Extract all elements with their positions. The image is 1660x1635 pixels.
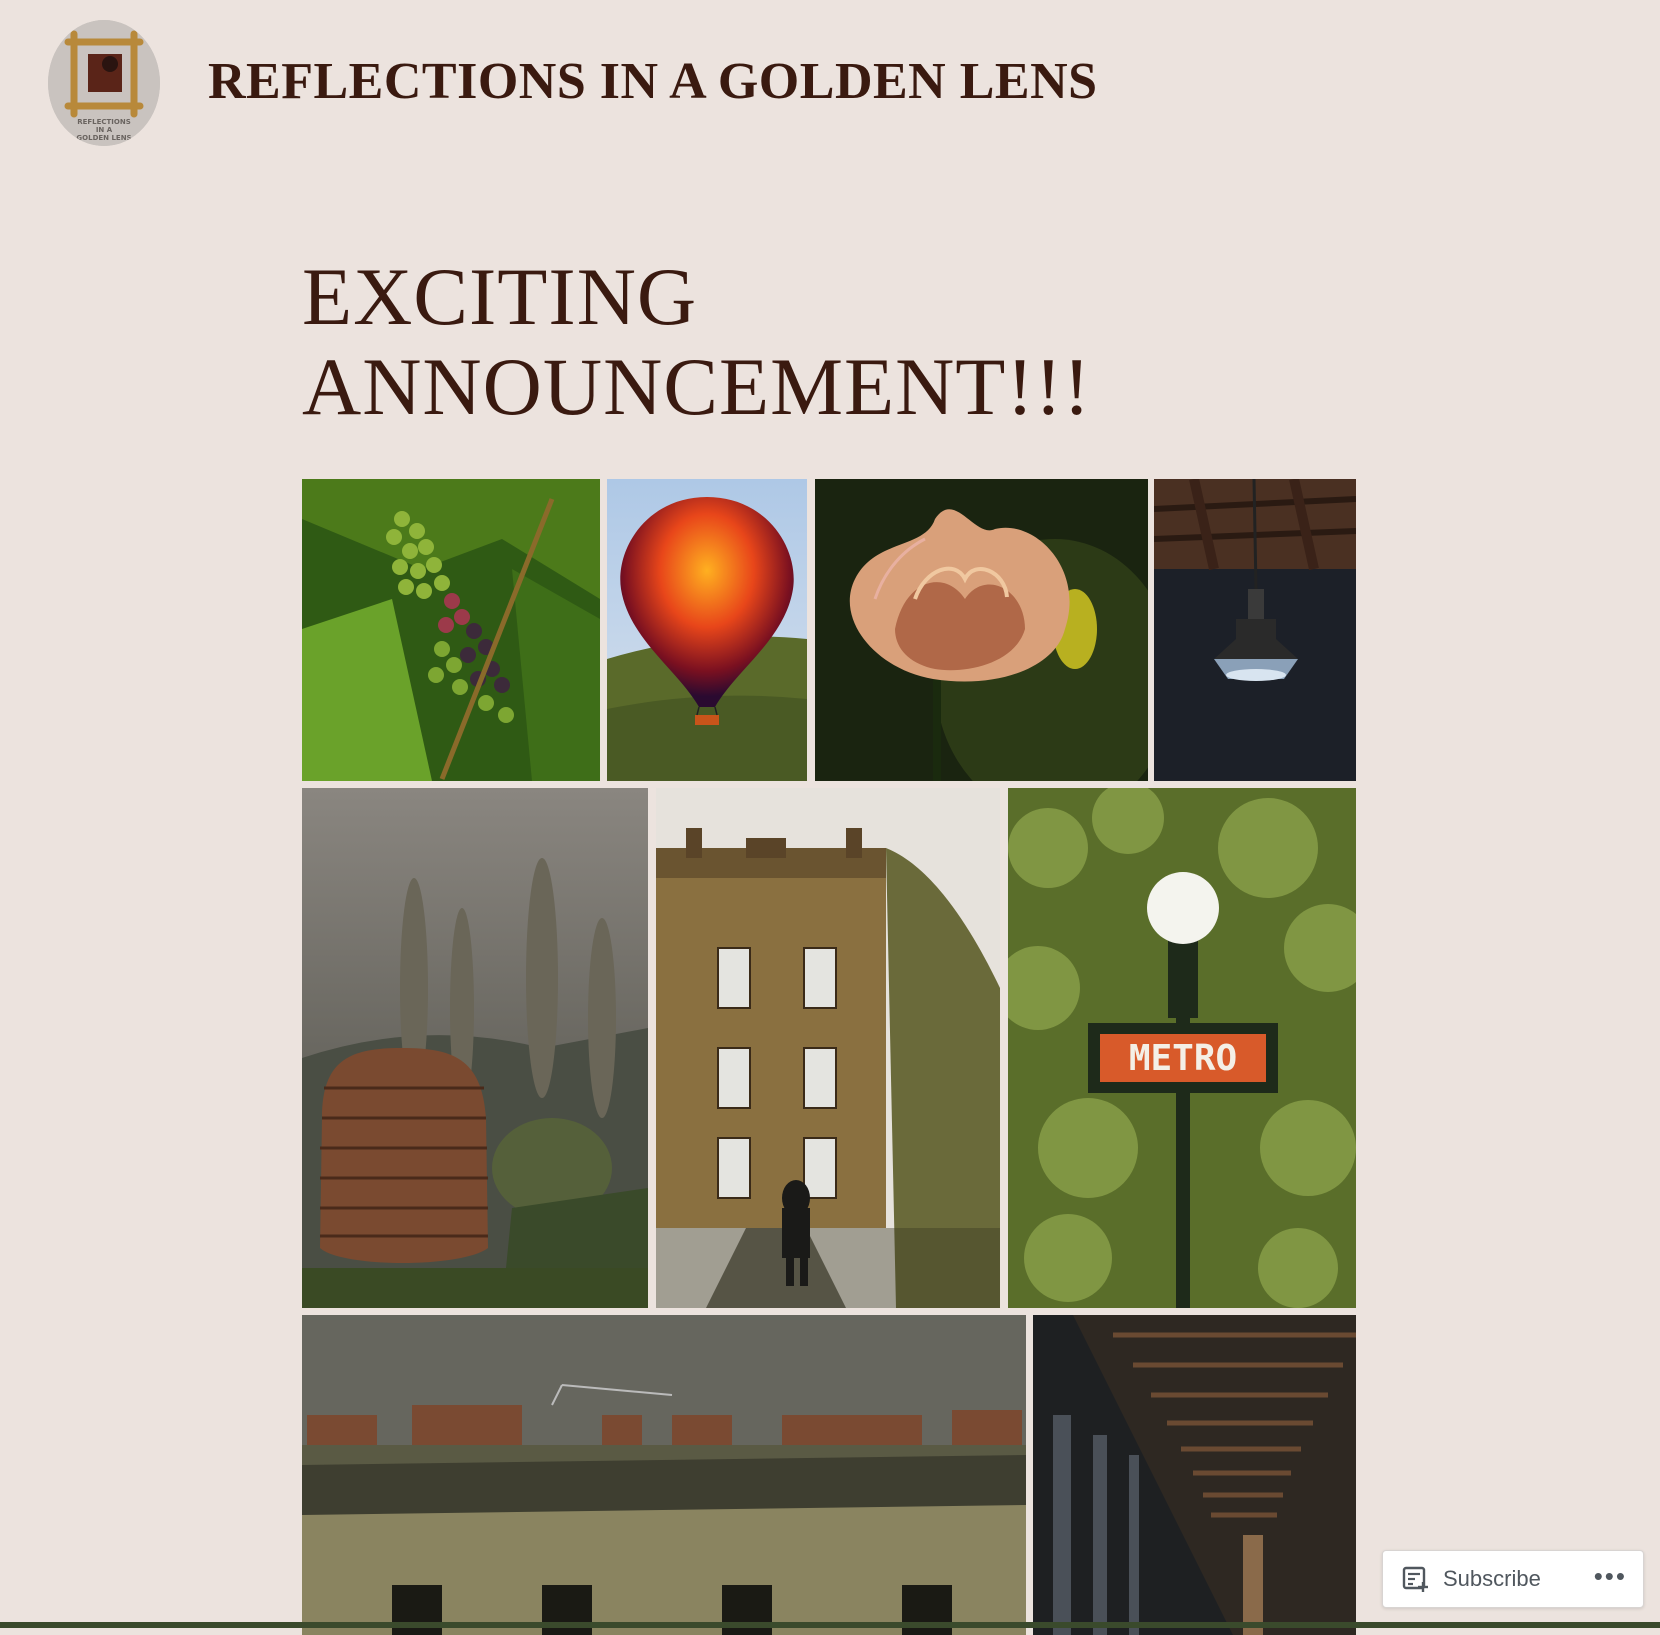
more-options-button[interactable]: ••• [1594, 1561, 1627, 1591]
gallery-image-arcade[interactable] [1033, 1315, 1356, 1635]
post-title: EXCITING ANNOUNCEMENT!!! [302, 251, 1092, 432]
rooftops-image [302, 1315, 1026, 1635]
svg-text:IN A: IN A [96, 126, 113, 134]
gallery-image-metro[interactable]: METRO [1008, 788, 1356, 1308]
subscribe-bar: Subscribe ••• [1382, 1550, 1644, 1608]
site-logo[interactable]: REFLECTIONS IN A GOLDEN LENS [48, 20, 160, 146]
reader-subscribe-icon [1402, 1566, 1428, 1592]
svg-text:REFLECTIONS: REFLECTIONS [77, 118, 131, 126]
lamp-image [1154, 479, 1356, 781]
gallery-image-house[interactable] [656, 788, 1000, 1308]
svg-text:GOLDEN LENS: GOLDEN LENS [76, 134, 131, 142]
gallery-image-lamp[interactable] [1154, 479, 1356, 781]
balloon-image [607, 479, 807, 781]
gallery-image-balloon[interactable] [607, 479, 807, 781]
house-image [656, 788, 1000, 1308]
metro-sign-text: METRO [1129, 1038, 1237, 1079]
gallery-image-tulip[interactable] [815, 479, 1148, 781]
gallery-image-rooftops[interactable] [302, 1315, 1026, 1635]
metro-image: METRO [1008, 788, 1356, 1308]
site-title[interactable]: REFLECTIONS IN A GOLDEN LENS [208, 52, 1098, 111]
page-bottom-edge [0, 1622, 1660, 1628]
subscribe-button[interactable]: Subscribe [1401, 1563, 1541, 1595]
subscribe-label: Subscribe [1443, 1566, 1541, 1591]
logo-image: REFLECTIONS IN A GOLDEN LENS [48, 20, 160, 146]
arcade-image [1033, 1315, 1356, 1635]
tulip-image [815, 479, 1148, 781]
grapes-image [302, 479, 600, 781]
gallery-image-sculpture[interactable] [302, 788, 648, 1308]
gallery-image-grapes[interactable] [302, 479, 600, 781]
sculpture-image [302, 788, 648, 1308]
